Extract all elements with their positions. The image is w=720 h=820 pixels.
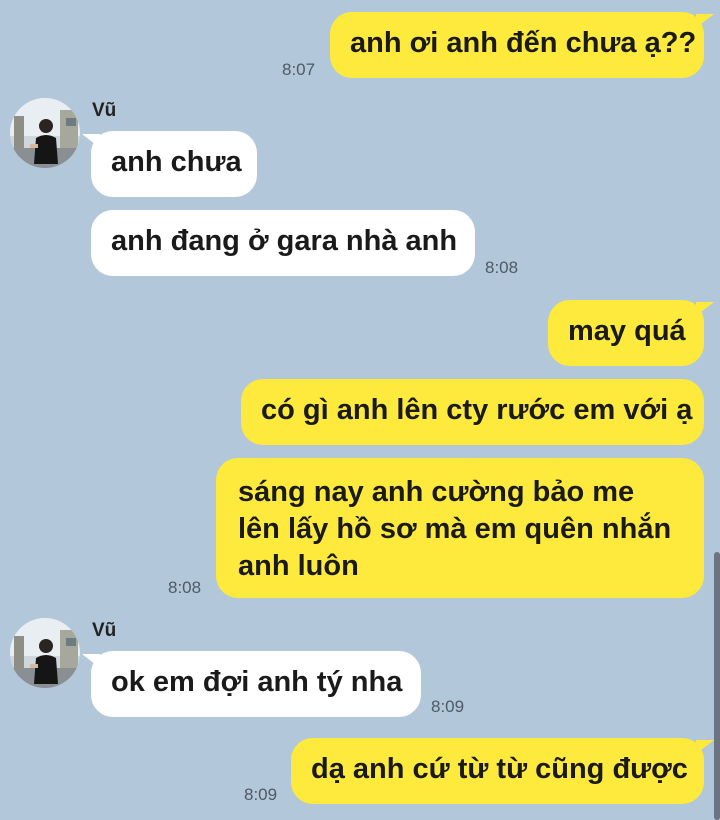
person-photo-avatar-icon	[10, 618, 80, 688]
message-text: sáng nay anh cường bảo me lên lấy hồ sơ …	[238, 476, 672, 582]
scrollbar[interactable]	[714, 552, 720, 820]
message-time: 8:09	[244, 785, 278, 804]
person-photo-avatar-icon	[10, 98, 80, 168]
message-text: anh đang ở gara nhà anh	[111, 225, 458, 257]
message-text: có gì anh lên cty rước em với ạ	[261, 394, 693, 426]
message-time: 8:08	[485, 258, 519, 277]
message-bubble-outgoing[interactable]: sáng nay anh cường bảo me lên lấy hồ sơ …	[216, 458, 704, 598]
message-text: dạ anh cứ từ từ cũng được	[311, 753, 688, 785]
message-time: 8:09	[431, 697, 465, 716]
message-time: 8:08	[168, 578, 202, 597]
message-bubble-outgoing[interactable]: anh ơi anh đến chưa ạ??	[330, 12, 704, 78]
message-text: anh chưa	[111, 146, 242, 178]
message-time: 8:07	[282, 60, 316, 79]
message-bubble-outgoing[interactable]: có gì anh lên cty rước em với ạ	[241, 379, 704, 445]
contact-avatar[interactable]	[10, 618, 80, 688]
message-bubble-outgoing[interactable]: may quá	[548, 300, 704, 366]
message-bubble-incoming[interactable]: ok em đợi anh tý nha	[91, 651, 421, 717]
message-text: anh ơi anh đến chưa ạ??	[350, 27, 697, 59]
chat-area[interactable]: anh ơi anh đến chưa ạ?? 8:07 Vũ anh chưa…	[0, 0, 720, 820]
message-bubble-incoming[interactable]: anh chưa	[91, 131, 257, 197]
sender-name: Vũ	[92, 620, 117, 641]
message-bubble-incoming[interactable]: anh đang ở gara nhà anh	[91, 210, 475, 276]
message-bubble-outgoing[interactable]: dạ anh cứ từ từ cũng được	[291, 738, 704, 804]
sender-name: Vũ	[92, 100, 117, 121]
message-text: may quá	[568, 315, 686, 347]
contact-avatar[interactable]	[10, 98, 80, 168]
message-text: ok em đợi anh tý nha	[111, 666, 403, 698]
